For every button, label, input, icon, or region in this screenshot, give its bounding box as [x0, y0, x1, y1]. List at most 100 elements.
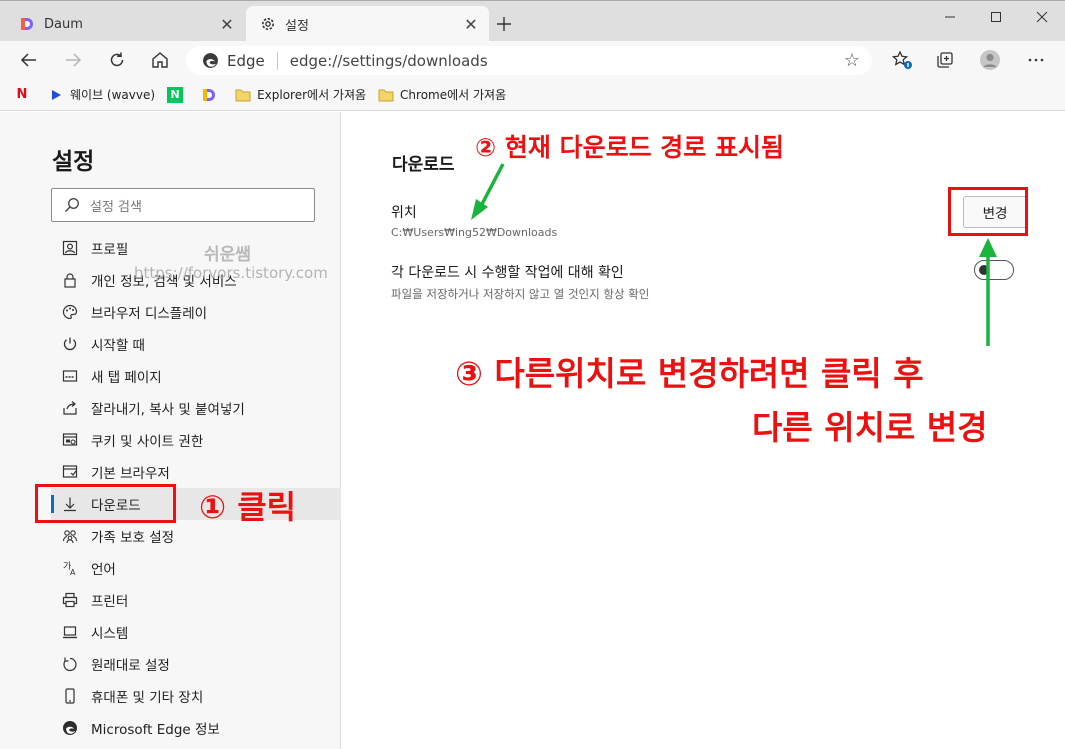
back-arrow-icon — [20, 53, 36, 67]
family-icon — [61, 527, 79, 545]
favorites-bar: N 웨이브 (wavve) N Explorer에서 가져옴 Chrome에서 … — [0, 79, 1065, 111]
highlight-change-button — [948, 187, 1028, 236]
search-placeholder: 설정 검색 — [90, 199, 142, 215]
folder-icon — [235, 87, 251, 103]
watermark-url: https://forvors.tistory.com — [134, 264, 328, 282]
sidebar-item-cookies-permissions[interactable]: 쿠키 및 사이트 권한 — [51, 424, 341, 456]
daum-logo-icon — [201, 87, 217, 103]
profile-icon — [61, 239, 79, 257]
wavve-icon — [48, 87, 64, 103]
settings-more-button[interactable] — [1021, 45, 1051, 75]
favorite-star-icon[interactable]: ☆ — [844, 50, 860, 71]
forward-button[interactable] — [58, 45, 88, 75]
close-window-button[interactable] — [1019, 1, 1065, 33]
edge-icon — [61, 719, 79, 737]
maximize-icon — [991, 12, 1001, 22]
browser-toolbar: Edge edge://settings/downloads ☆ — [0, 41, 1065, 79]
maximize-button[interactable] — [973, 1, 1019, 33]
sidebar-item-new-tab[interactable]: 새 탭 페이지 — [51, 360, 341, 392]
home-button[interactable] — [145, 45, 175, 75]
refresh-icon — [110, 52, 124, 67]
profile-button[interactable] — [975, 45, 1005, 75]
page-title: 다운로드 — [392, 155, 455, 175]
more-icon — [1028, 58, 1044, 62]
sidebar-item-appearance[interactable]: 브라우저 디스플레이 — [51, 296, 341, 328]
forward-arrow-icon — [66, 53, 82, 67]
window-controls — [927, 1, 1065, 33]
language-icon: 가A — [61, 559, 79, 577]
home-icon — [152, 52, 168, 68]
sidebar-item-on-startup[interactable]: 시작할 때 — [51, 328, 341, 360]
download-location-path: C:₩Users₩ing52₩Downloads — [391, 226, 558, 239]
favorites-icon — [892, 50, 912, 69]
new-tab-button[interactable] — [492, 12, 516, 36]
bookmark-daum[interactable] — [201, 87, 223, 103]
lock-icon — [61, 271, 79, 289]
tab-title: Daum — [44, 16, 83, 32]
sidebar-item-printers[interactable]: 프린터 — [51, 584, 341, 616]
ask-each-download-description: 파일을 저장하거나 저장하지 않고 열 것인지 항상 확인 — [391, 287, 650, 301]
settings-search-input[interactable]: 설정 검색 — [51, 188, 315, 222]
search-icon — [65, 198, 79, 212]
folder-icon — [378, 87, 394, 103]
watermark-name: 쉬운쌤 — [204, 245, 251, 265]
settings-sidebar: 설정 설정 검색 프로필 개인 정보, 검색 및 서비스 브라우저 디스플레이 … — [0, 112, 341, 749]
default-browser-icon — [61, 463, 79, 481]
collections-button[interactable] — [930, 45, 960, 75]
close-tab-icon[interactable]: ✕ — [217, 14, 237, 34]
annotation-step1: ① 클릭 — [199, 488, 297, 526]
sidebar-item-share-copy-paste[interactable]: 잘라내기, 복사 및 붙여넣기 — [51, 392, 341, 424]
settings-title: 설정 — [52, 149, 95, 175]
annotation-step2: ② 현재 다운로드 경로 표시됨 — [475, 133, 784, 162]
minimize-button[interactable] — [927, 1, 973, 33]
gear-icon — [260, 16, 276, 32]
bookmark-folder-explorer[interactable]: Explorer에서 가져옴 — [235, 86, 366, 103]
bookmark-folder-chrome[interactable]: Chrome에서 가져옴 — [378, 86, 506, 103]
toggle-knob — [979, 265, 989, 275]
reset-icon — [61, 655, 79, 673]
bookmark-netflix[interactable]: N — [14, 87, 36, 103]
site-permissions-icon — [61, 431, 79, 449]
address-separator — [276, 51, 278, 70]
minimize-icon — [945, 16, 955, 18]
palette-icon — [61, 303, 79, 321]
collections-icon — [937, 52, 953, 68]
netflix-icon: N — [16, 87, 28, 102]
naver-icon: N — [167, 86, 184, 103]
tab-title: 설정 — [285, 18, 309, 34]
tab-daum[interactable]: Daum ✕ — [5, 6, 245, 42]
sidebar-item-languages[interactable]: 가A 언어 — [51, 552, 341, 584]
bookmark-wavve[interactable]: 웨이브 (wavve) — [48, 86, 155, 103]
edge-icon — [203, 53, 218, 68]
back-button[interactable] — [14, 45, 44, 75]
sidebar-item-family[interactable]: 가족 보호 설정 — [51, 520, 341, 552]
plus-icon — [497, 17, 511, 31]
ask-each-download-label: 각 다운로드 시 수행할 작업에 대해 확인 — [391, 265, 624, 281]
tab-settings[interactable]: 설정 ✕ — [246, 6, 489, 42]
svg-text:A: A — [70, 568, 76, 576]
sidebar-item-phone-devices[interactable]: 휴대폰 및 기타 장치 — [51, 680, 341, 712]
power-icon — [61, 335, 79, 353]
location-label: 위치 — [391, 205, 417, 221]
close-icon — [1036, 11, 1048, 23]
highlight-downloads-item — [35, 484, 176, 523]
close-tab-icon[interactable]: ✕ — [461, 14, 481, 34]
url-text[interactable]: edge://settings/downloads — [290, 52, 844, 70]
printer-icon — [61, 591, 79, 609]
avatar — [980, 50, 1000, 70]
annotation-step3-line2: 다른 위치로 변경 — [752, 408, 988, 447]
annotation-step3-line1: ③ 다른위치로 변경하려면 클릭 후 — [455, 354, 924, 393]
phone-icon — [61, 687, 79, 705]
ask-each-download-toggle[interactable] — [974, 260, 1014, 280]
system-icon — [61, 623, 79, 641]
sidebar-item-system[interactable]: 시스템 — [51, 616, 341, 648]
favorites-button[interactable] — [888, 45, 918, 75]
new-tab-icon — [61, 367, 79, 385]
address-bar[interactable]: Edge edge://settings/downloads ☆ — [186, 46, 872, 75]
sidebar-item-reset[interactable]: 원래대로 설정 — [51, 648, 341, 680]
share-icon — [61, 399, 79, 417]
refresh-button[interactable] — [102, 45, 132, 75]
bookmark-naver[interactable]: N — [167, 86, 189, 103]
sidebar-item-about-edge[interactable]: Microsoft Edge 정보 — [51, 712, 341, 744]
sidebar-item-profile[interactable]: 프로필 — [51, 232, 341, 264]
